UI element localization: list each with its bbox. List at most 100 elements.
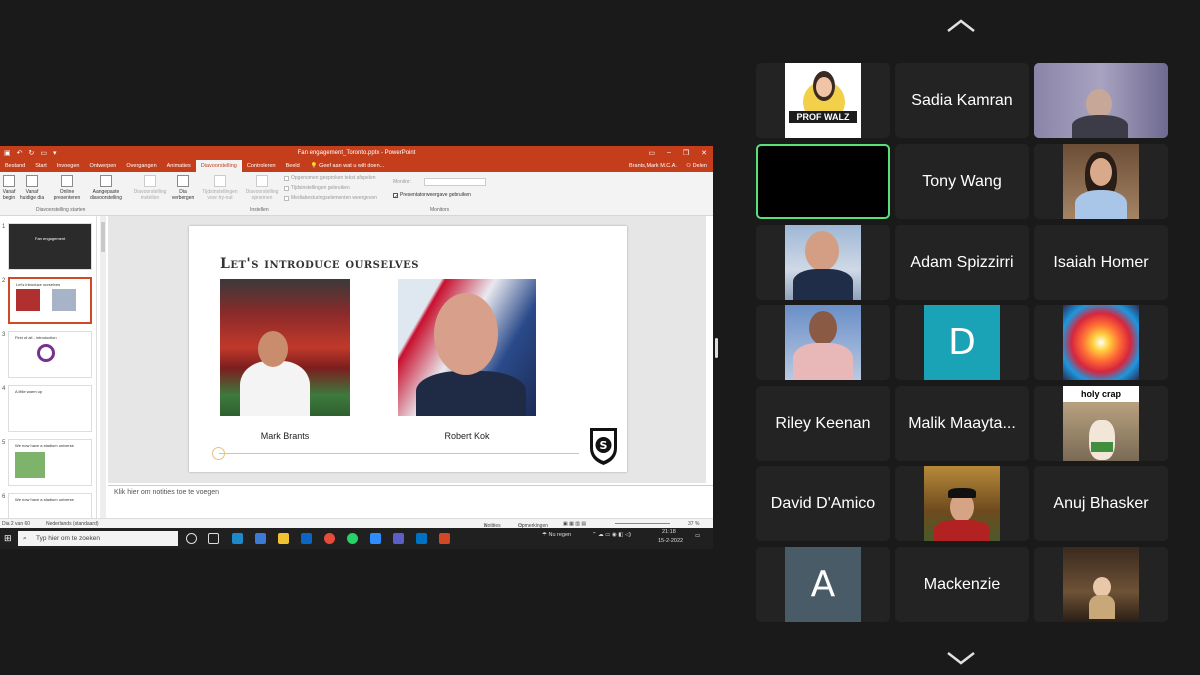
from-start-button[interactable]: Vanaf begin <box>1 175 17 201</box>
online-present-label: Online presenteren <box>53 189 81 201</box>
participant-video-tile[interactable] <box>756 225 890 300</box>
participant-video-tile[interactable] <box>756 305 890 380</box>
participant-tile-tony-wang[interactable]: Tony Wang <box>895 144 1029 219</box>
zoom-slider[interactable] <box>615 523 670 524</box>
record-button[interactable]: Diavoorstelling opnemen <box>242 175 282 201</box>
participant-tile-riley-keenan[interactable]: Riley Keenan <box>756 386 890 461</box>
participant-tile-a[interactable]: A <box>756 547 890 622</box>
edge-icon[interactable] <box>232 533 243 544</box>
monitor-select[interactable] <box>424 178 486 186</box>
share-button[interactable]: ⚇ Delen <box>686 160 707 172</box>
slide-thumbnail-selected[interactable]: Let's introduce ourselves <box>8 277 92 324</box>
ribbon-display-icon[interactable]: ▭ <box>648 149 655 157</box>
participant-tile-prof-walz[interactable]: PROF WALZ <box>756 63 890 138</box>
custom-show-button[interactable]: Aangepaste diavoorstelling <box>84 175 128 201</box>
slide-thumbnail[interactable]: A little warm up <box>8 385 92 432</box>
hide-slide-button[interactable]: Dia verbergen <box>170 175 196 201</box>
powerpoint-taskbar-icon[interactable] <box>439 533 450 544</box>
media-controls-checkbox[interactable]: Mediabesturingselementen weergeven <box>284 195 377 201</box>
participant-tile-david-damico[interactable]: David D'Amico <box>756 466 890 541</box>
participant-tile-malik-maayta[interactable]: Malik Maayta... <box>895 386 1029 461</box>
whatsapp-icon[interactable] <box>347 533 358 544</box>
page-down-chevron-icon[interactable] <box>945 650 977 666</box>
tab-bestand[interactable]: Bestand <box>0 160 30 172</box>
restore-icon[interactable]: ❐ <box>683 149 689 157</box>
participant-tile-adam-spizzirri[interactable]: Adam Spizzirri <box>895 225 1029 300</box>
system-tray-icons[interactable]: ⌃ ☁ ▭ ◉ ◧ ◁) <box>592 532 631 538</box>
notes-placeholder: Klik hier om notities toe te voegen <box>114 489 220 496</box>
thumbnails-scrollbar[interactable] <box>100 216 106 518</box>
tell-me-text: Geef aan wat u wilt doen... <box>319 163 385 169</box>
windows-start-icon[interactable]: ⊞ <box>4 533 12 544</box>
file-explorer-icon[interactable] <box>278 533 289 544</box>
participant-tile-isaiah-homer[interactable]: Isaiah Homer <box>1034 225 1168 300</box>
tab-diavoorstelling[interactable]: Diavoorstelling <box>195 160 242 172</box>
presenter-view-checkbox[interactable]: ✓ Presentatorweergave gebruiken <box>393 192 471 200</box>
split-resize-handle[interactable] <box>715 338 718 358</box>
chrome-icon[interactable] <box>324 533 335 544</box>
participant-name: Isaiah Homer <box>1053 253 1149 271</box>
timings-checkbox[interactable]: Tijdsinstellingen gebruiken <box>284 185 350 191</box>
tab-beeld[interactable]: Beeld <box>281 160 305 172</box>
participant-video-tile[interactable] <box>1034 144 1168 219</box>
participant-tile-mackenzie[interactable]: Mackenzie <box>895 547 1029 622</box>
checkbox-box: ✓ <box>393 192 399 200</box>
notes-pane[interactable]: Klik hier om notities toe te voegen <box>108 485 713 518</box>
cortana-icon[interactable] <box>186 533 197 544</box>
participant-image-tile[interactable]: holy crap <box>1034 386 1168 461</box>
tab-animaties[interactable]: Animaties <box>162 160 196 172</box>
close-icon[interactable]: ✕ <box>701 149 707 157</box>
weather-widget[interactable]: ☂ Nu regen <box>542 532 571 538</box>
tell-me-box[interactable]: 💡 Geef aan wat u wilt doen... <box>305 163 385 169</box>
active-speaker-tile[interactable] <box>756 144 890 219</box>
participant-tile-sadia-kamran[interactable]: Sadia Kamran <box>895 63 1029 138</box>
clock-time[interactable]: 21:18 <box>662 529 676 535</box>
taskbar-search-box[interactable]: ⌕ Typ hier om te zoeken <box>18 531 178 546</box>
online-present-button[interactable]: Online presenteren <box>52 175 82 201</box>
signed-in-user[interactable]: Brants,Mark M.C.A. <box>629 160 677 172</box>
scrollbar-thumb[interactable] <box>101 222 105 252</box>
participant-video-tile[interactable] <box>1034 63 1168 138</box>
setup-show-button[interactable]: Diavoorstelling instellen <box>130 175 170 201</box>
slide-thumbnail[interactable]: Fan engagement <box>8 223 92 270</box>
narration-checkbox[interactable]: Opgenomen gesproken tekst afspelen <box>284 175 376 181</box>
participant-video <box>1063 144 1139 219</box>
participant-image-tile[interactable] <box>1034 547 1168 622</box>
tab-controleren[interactable]: Controleren <box>242 160 281 172</box>
participant-tile-d[interactable]: D <box>895 305 1029 380</box>
online-present-icon <box>61 175 73 187</box>
minimize-icon[interactable]: – <box>667 149 671 157</box>
tab-invoegen[interactable]: Invoegen <box>52 160 85 172</box>
meme-caption: holy crap <box>1063 386 1139 402</box>
tab-overgangen[interactable]: Overgangen <box>121 160 161 172</box>
current-slide[interactable]: Let's introduce ourselves Mark Brants Ro… <box>189 226 627 472</box>
notifications-icon[interactable]: ▭ <box>695 533 700 539</box>
teams-icon[interactable] <box>393 533 404 544</box>
participant-name: Riley Keenan <box>775 414 871 432</box>
from-current-button[interactable]: Vanaf huidige dia <box>18 175 46 201</box>
timeline-line <box>219 453 579 454</box>
view-buttons[interactable]: ▣ ▦ ▥ ▤ <box>563 521 586 527</box>
zoom-icon[interactable] <box>370 533 381 544</box>
tab-ontwerpen[interactable]: Ontwerpen <box>84 160 121 172</box>
from-current-label: Vanaf huidige dia <box>19 189 45 201</box>
avatar-initial: A <box>785 547 861 622</box>
rehearse-button[interactable]: Tijdsinstellingen voor try-out <box>198 175 242 201</box>
person-body <box>1072 115 1128 138</box>
slide-thumbnail[interactable]: First of all - introduction <box>8 331 92 378</box>
task-view-icon[interactable] <box>208 533 219 544</box>
participant-profile-image: holy crap <box>1063 386 1139 461</box>
clock-date[interactable]: 15-2-2022 <box>658 538 683 544</box>
language-indicator[interactable]: Nederlands (standaard) <box>46 521 99 527</box>
participant-video-tile[interactable] <box>895 466 1029 541</box>
store-icon[interactable] <box>301 533 312 544</box>
page-up-chevron-icon[interactable] <box>945 18 977 34</box>
shared-screen: ▣ ↶ ↻ ▭ ▾ Fan engagement_Toronto.pptx - … <box>0 146 713 549</box>
tab-start[interactable]: Start <box>30 160 52 172</box>
participant-image-tile[interactable] <box>1034 305 1168 380</box>
zoom-level[interactable]: 37 % <box>688 521 699 527</box>
participant-tile-anuj-bhasker[interactable]: Anuj Bhasker <box>1034 466 1168 541</box>
slide-thumbnail[interactable]: We now have a stadium universe <box>8 439 92 486</box>
outlook-icon[interactable] <box>416 533 427 544</box>
browser-icon[interactable] <box>255 533 266 544</box>
